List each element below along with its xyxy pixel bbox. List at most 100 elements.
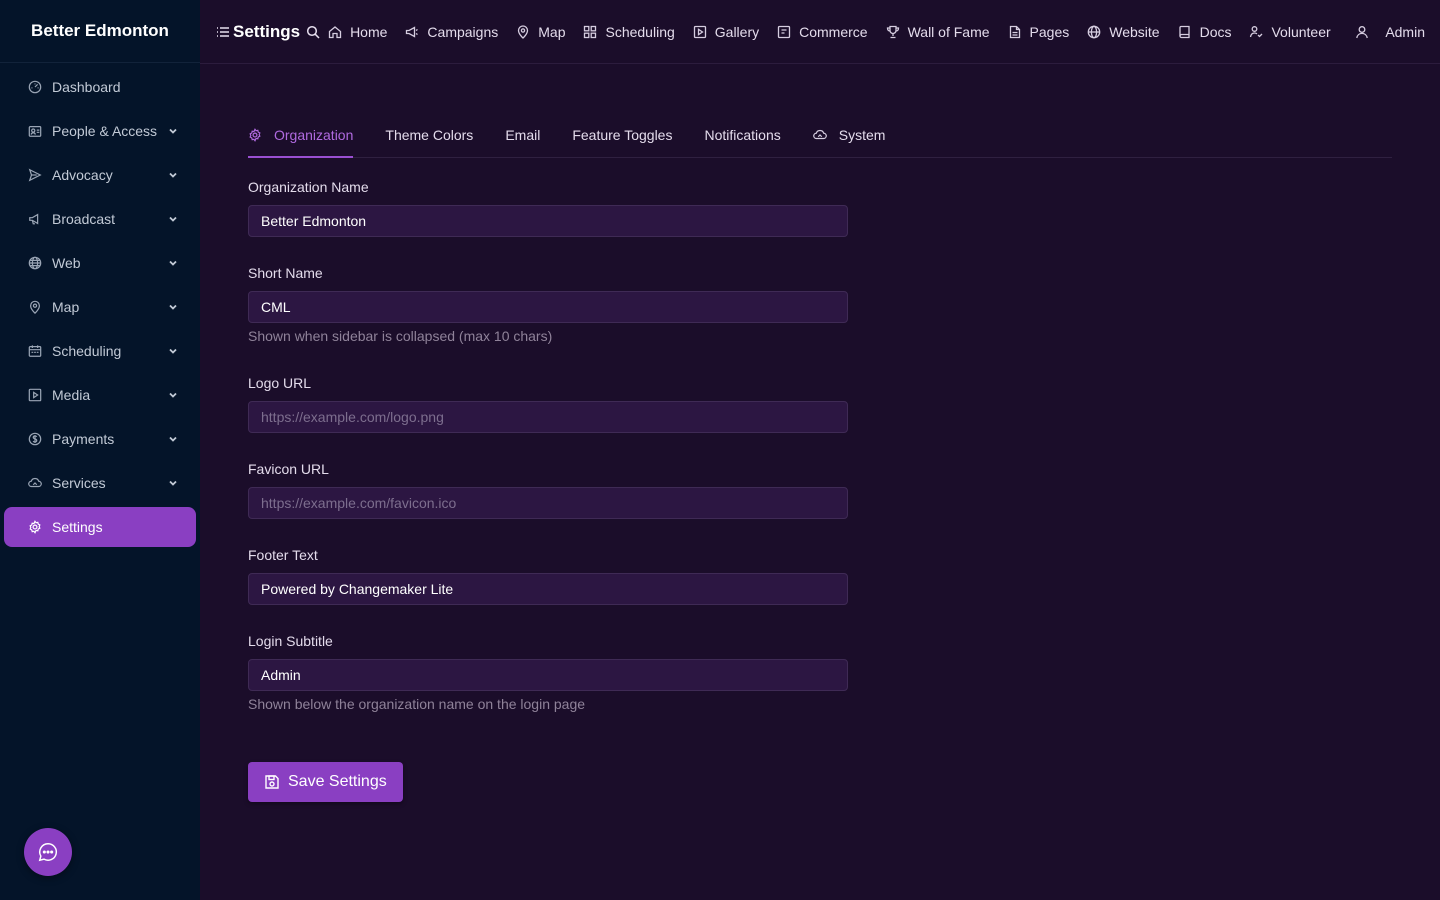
- field-hint: Shown when sidebar is collapsed (max 10 …: [248, 328, 553, 344]
- chevron-down-icon: [168, 346, 178, 356]
- sidebar-nav: Dashboard People & Access Advocacy Broad…: [0, 63, 200, 547]
- sidebar-item-label: Services: [52, 475, 106, 491]
- user-label: Admin: [1385, 23, 1425, 40]
- field-label: Organization Name: [248, 179, 369, 195]
- menu-toggle-icon[interactable]: [216, 25, 230, 39]
- tab-email[interactable]: Email: [505, 122, 540, 158]
- tab-notifications[interactable]: Notifications: [704, 122, 780, 158]
- tab-label: Organization: [274, 127, 354, 143]
- topnav-commerce[interactable]: Commerce: [777, 23, 868, 40]
- topnav-gallery[interactable]: Gallery: [693, 24, 759, 40]
- chevron-down-icon: [168, 434, 178, 444]
- sidebar-item-web[interactable]: Web: [4, 243, 196, 283]
- calendar-icon: [28, 344, 42, 358]
- topnav-website[interactable]: Website: [1087, 23, 1160, 40]
- logo-url-field: Logo URL: [248, 373, 848, 459]
- megaphone-icon: [405, 25, 419, 39]
- chat-bubble-icon: [37, 841, 59, 863]
- topnav-map[interactable]: Map: [516, 24, 565, 40]
- map-pin-icon: [28, 300, 42, 314]
- tab-label: Email: [505, 127, 541, 143]
- logo-url-input[interactable]: [248, 401, 848, 433]
- topnav-docs[interactable]: Docs: [1178, 24, 1231, 40]
- send-icon: [28, 168, 42, 182]
- favicon-url-input[interactable]: [248, 487, 848, 519]
- save-settings-button[interactable]: Save Settings: [248, 762, 403, 802]
- topnav-label: Wall of Fame: [907, 23, 990, 40]
- tab-label: Feature Toggles: [572, 127, 673, 143]
- cloud-icon: [28, 476, 42, 490]
- short-name-input[interactable]: [248, 291, 848, 323]
- topnav-campaigns[interactable]: Campaigns: [405, 24, 498, 40]
- field-label: Footer Text: [248, 547, 318, 563]
- org-name-input[interactable]: [248, 205, 848, 237]
- home-icon: [328, 25, 342, 39]
- brand-name[interactable]: Better Edmonton: [0, 0, 200, 63]
- tab-organization[interactable]: Organization: [248, 122, 354, 158]
- globe-icon: [1087, 25, 1101, 39]
- save-button-label: Save Settings: [288, 773, 387, 790]
- chat-button[interactable]: [24, 828, 72, 876]
- chevron-down-icon: [168, 170, 178, 180]
- sidebar-item-dashboard[interactable]: Dashboard: [4, 67, 196, 107]
- sidebar-item-media[interactable]: Media: [4, 375, 196, 415]
- trophy-icon: [886, 25, 900, 39]
- dashboard-icon: [28, 80, 42, 94]
- chevron-down-icon: [168, 478, 178, 488]
- topnav-label: Gallery: [714, 23, 760, 40]
- topnav-label: Map: [538, 23, 566, 40]
- login-subtitle-input[interactable]: [248, 659, 848, 691]
- sidebar-item-label: Advocacy: [52, 167, 113, 183]
- settings-main: Organization Theme Colors Email Feature …: [248, 64, 1392, 802]
- login-subtitle-field: Login Subtitle Shown below the organizat…: [248, 631, 848, 717]
- grid-icon: [583, 25, 597, 39]
- sidebar-item-scheduling[interactable]: Scheduling: [4, 331, 196, 371]
- topnav-pages[interactable]: Pages: [1008, 24, 1069, 40]
- topnav-label: Website: [1109, 23, 1160, 40]
- chevron-down-icon: [168, 390, 178, 400]
- gear-icon: [248, 128, 262, 142]
- sidebar-item-label: Media: [52, 387, 91, 403]
- megaphone-icon: [28, 212, 42, 226]
- footer-text-input[interactable]: [248, 573, 848, 605]
- commerce-icon: [777, 25, 791, 39]
- globe-icon: [28, 256, 42, 270]
- tab-label: Theme Colors: [385, 127, 474, 143]
- people-icon: [28, 124, 42, 138]
- settings-tabs: Organization Theme Colors Email Feature …: [248, 122, 1392, 158]
- topnav-label: Home: [350, 23, 388, 40]
- sidebar-item-payments[interactable]: Payments: [4, 419, 196, 459]
- sidebar-item-services[interactable]: Services: [4, 463, 196, 503]
- field-label: Favicon URL: [248, 461, 329, 477]
- topnav-scheduling[interactable]: Scheduling: [583, 24, 675, 40]
- tab-label: System: [838, 127, 886, 143]
- sidebar-item-label: Broadcast: [52, 211, 116, 227]
- top-navbar: Settings Home Campaigns Map Scheduling G…: [200, 0, 1440, 64]
- gear-icon: [28, 520, 42, 534]
- chevron-down-icon: [168, 126, 178, 136]
- tab-system[interactable]: System: [812, 122, 886, 158]
- topnav-label: Commerce: [799, 23, 868, 40]
- save-icon: [264, 774, 280, 790]
- sidebar-item-label: Web: [52, 255, 81, 271]
- user-menu[interactable]: Admin: [1355, 24, 1425, 40]
- search-icon[interactable]: [306, 25, 320, 39]
- sidebar-item-map[interactable]: Map: [4, 287, 196, 327]
- topnav-home[interactable]: Home: [328, 24, 387, 40]
- tab-theme-colors[interactable]: Theme Colors: [385, 122, 473, 158]
- map-pin-icon: [516, 24, 530, 39]
- topnav-wall-of-fame[interactable]: Wall of Fame: [886, 24, 990, 40]
- sidebar-item-settings[interactable]: Settings: [4, 507, 196, 547]
- field-label: Logo URL: [248, 375, 312, 391]
- field-label: Login Subtitle: [248, 633, 333, 649]
- sidebar-item-people-access[interactable]: People & Access: [4, 111, 196, 151]
- sidebar-item-label: Scheduling: [52, 343, 122, 359]
- page-title: Settings: [233, 21, 301, 41]
- sidebar-item-label: Settings: [52, 519, 103, 535]
- sidebar-item-label: Map: [52, 299, 80, 315]
- sidebar-item-advocacy[interactable]: Advocacy: [4, 155, 196, 195]
- topnav-volunteer[interactable]: Volunteer: [1249, 23, 1331, 40]
- sidebar-item-broadcast[interactable]: Broadcast: [4, 199, 196, 239]
- tab-feature-toggles[interactable]: Feature Toggles: [572, 122, 672, 158]
- topnav-label: Volunteer: [1271, 23, 1331, 40]
